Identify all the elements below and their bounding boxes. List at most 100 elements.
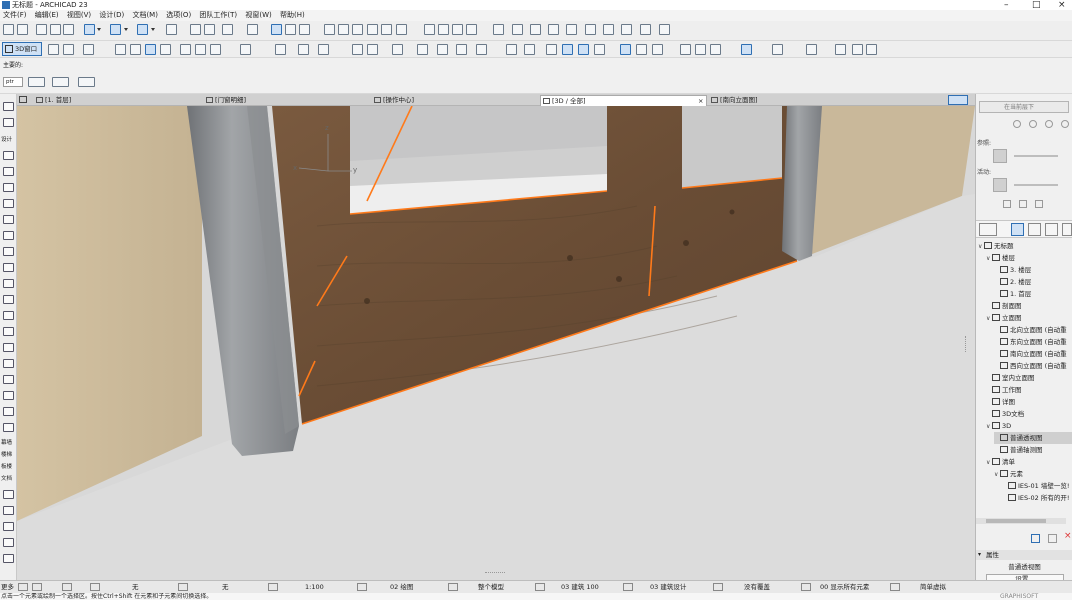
layout-icon[interactable]: [640, 24, 651, 35]
delete-view-icon[interactable]: ×: [1064, 531, 1072, 541]
align-icon[interactable]: [493, 24, 504, 35]
marquee-icon[interactable]: [204, 24, 215, 35]
project-map-icon[interactable]: [1011, 223, 1024, 236]
zoom-out-icon[interactable]: [195, 44, 206, 55]
hidden-line-icon[interactable]: [852, 44, 863, 55]
hotspot-icon[interactable]: [585, 24, 596, 35]
tree-item-story-1[interactable]: 1. 首层: [994, 288, 1031, 300]
add-icon[interactable]: [1013, 120, 1021, 128]
view-map-icon[interactable]: [1028, 223, 1041, 236]
maximize-button[interactable]: □: [1032, 0, 1041, 10]
tree-item-sections[interactable]: 剖面图: [986, 300, 1022, 312]
tab-floor-1[interactable]: [1. 首层]: [34, 95, 202, 106]
skylight-tool-icon[interactable]: [3, 199, 14, 208]
tree-item-perspective[interactable]: 普通透视图: [994, 432, 1072, 444]
geometry-dropdown[interactable]: ptr: [3, 77, 23, 87]
redo-icon[interactable]: [17, 24, 28, 35]
3d-model-render[interactable]: z y x: [17, 106, 975, 580]
tree-item-story-3[interactable]: 3. 楼层: [994, 264, 1031, 276]
menu-edit[interactable]: 编辑(E): [35, 10, 59, 21]
dimension-icon[interactable]: [636, 44, 647, 55]
vr-icon[interactable]: [476, 44, 487, 55]
pin-icon[interactable]: [979, 223, 997, 236]
drag-icon[interactable]: [324, 24, 335, 35]
stair-tool-icon[interactable]: [3, 327, 14, 336]
minimize-button[interactable]: –: [1004, 0, 1009, 10]
trace-icon[interactable]: [621, 24, 632, 35]
curtain-wall-tool-icon[interactable]: [3, 359, 14, 368]
tree-scrollbar[interactable]: [976, 518, 1066, 524]
menu-teamwork[interactable]: 团队工作(T): [199, 10, 237, 21]
render-icon[interactable]: [275, 44, 286, 55]
marquee-tool-icon[interactable]: [3, 118, 14, 127]
window-tool-icon[interactable]: [3, 183, 14, 192]
line-tool-icon[interactable]: [3, 554, 14, 563]
rotation-icon[interactable]: [52, 77, 69, 87]
shading-icon[interactable]: [866, 44, 877, 55]
elevation-icon[interactable]: [367, 44, 378, 55]
shell-tool-icon[interactable]: [3, 279, 14, 288]
ungroup-icon[interactable]: [299, 24, 310, 35]
morph-tool-icon[interactable]: [3, 295, 14, 304]
grid-snap-icon[interactable]: [166, 24, 177, 35]
menu-design[interactable]: 设计(D): [99, 10, 124, 21]
ref-slider[interactable]: [1014, 155, 1058, 157]
door-tool-icon[interactable]: [3, 167, 14, 176]
fill-tool-icon[interactable]: [3, 423, 14, 432]
tab-list-icon[interactable]: [948, 95, 968, 105]
tab-overview-icon[interactable]: [19, 96, 27, 103]
tree-item-elevations[interactable]: ∨ 立面图: [986, 312, 1022, 324]
level-icon[interactable]: [652, 44, 663, 55]
clone-icon[interactable]: [1048, 534, 1057, 543]
orbit-icon[interactable]: [83, 44, 94, 55]
curve-icon[interactable]: [772, 44, 783, 55]
3d-viewport[interactable]: z y x: [17, 106, 975, 580]
tree-item-details[interactable]: 详图: [986, 396, 1015, 408]
3d-window-button[interactable]: 3D窗口: [2, 42, 42, 56]
adjust-icon[interactable]: [438, 24, 449, 35]
label-tool-icon[interactable]: [3, 538, 14, 547]
zoom-in-icon[interactable]: [180, 44, 191, 55]
beam-tool-icon[interactable]: [3, 231, 14, 240]
properties-header[interactable]: ▾ 属性: [976, 550, 1072, 560]
scale-icon[interactable]: [268, 583, 278, 591]
marquee-3d-icon[interactable]: [160, 44, 171, 55]
settings-icon[interactable]: [1045, 120, 1053, 128]
reset-icon[interactable]: [1035, 200, 1043, 208]
group-icon[interactable]: [285, 24, 296, 35]
tree-item-interior-elevations[interactable]: 室内立面图: [986, 372, 1035, 384]
dropdown-arrow-icon[interactable]: [124, 24, 129, 35]
rotate-icon[interactable]: [338, 24, 349, 35]
sun-icon[interactable]: [318, 44, 329, 55]
window-opening-right[interactable]: [682, 106, 782, 188]
new-view-icon[interactable]: [1031, 534, 1040, 543]
undo-icon[interactable]: [3, 24, 14, 35]
inject-icon[interactable]: [50, 24, 61, 35]
tree-item-ies-01[interactable]: IES-01 墙壁一览!: [1002, 480, 1069, 492]
menu-document[interactable]: 文档(M): [132, 10, 158, 21]
layer-combo-icon[interactable]: [357, 583, 367, 591]
object-tool-icon[interactable]: [3, 391, 14, 400]
walk-icon[interactable]: [115, 44, 126, 55]
edit-icon[interactable]: [222, 24, 233, 35]
hatch-icon[interactable]: [524, 44, 535, 55]
menu-help[interactable]: 帮助(H): [280, 10, 305, 21]
level-dimension-tool-icon[interactable]: [3, 506, 14, 515]
tree-item-axonometry[interactable]: 普通轴测图: [994, 444, 1043, 456]
tag-icon[interactable]: [594, 44, 605, 55]
active-slider[interactable]: [1014, 184, 1058, 186]
tree-item-3d-documents[interactable]: 3D文档: [986, 408, 1024, 420]
light-icon[interactable]: [437, 44, 448, 55]
menu-options[interactable]: 选项(O): [166, 10, 191, 21]
tab-action-center[interactable]: [操作中心]: [372, 95, 538, 106]
angle-icon[interactable]: [680, 44, 691, 55]
wireframe-icon[interactable]: [835, 44, 846, 55]
refresh-icon[interactable]: [1029, 120, 1037, 128]
arrow-tool-icon[interactable]: [3, 102, 14, 111]
tree-item-schedules[interactable]: ∨ 清单: [986, 456, 1015, 468]
gravity-icon[interactable]: [84, 24, 95, 35]
offset-icon[interactable]: [381, 24, 392, 35]
pointer-icon[interactable]: [78, 77, 95, 87]
compare-icon[interactable]: [1019, 200, 1027, 208]
text-tool-icon[interactable]: [3, 522, 14, 531]
